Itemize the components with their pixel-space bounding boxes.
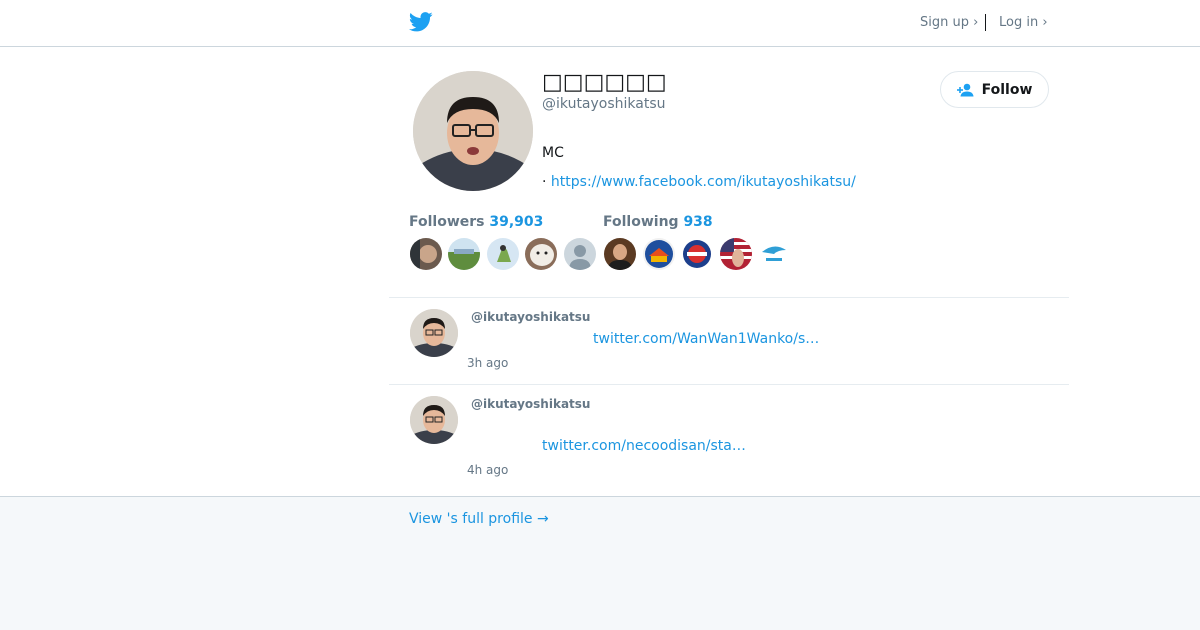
follow-button[interactable]: Follow: [940, 71, 1049, 108]
following-avatar[interactable]: [758, 238, 790, 270]
profile-display-name: □□□□□□: [542, 70, 667, 95]
following-avatar[interactable]: [720, 238, 752, 270]
divider: [389, 384, 1069, 385]
followers-stat[interactable]: Followers 39,903: [409, 214, 543, 230]
follow-button-label: Follow: [981, 81, 1033, 98]
followers-label: Followers: [409, 214, 485, 230]
following-stat[interactable]: Following 938: [603, 214, 713, 230]
header-separator: [985, 14, 986, 31]
profile-avatar-image: [413, 71, 533, 191]
tweet-handle[interactable]: @ikutayoshikatsu: [471, 397, 590, 411]
follower-avatar[interactable]: [487, 238, 519, 270]
twitter-bird-icon[interactable]: [409, 11, 433, 33]
profile-card: [0, 47, 1200, 496]
tweet-handle[interactable]: @ikutayoshikatsu: [471, 310, 590, 324]
login-link[interactable]: Log in ›: [999, 15, 1048, 30]
following-label: Following: [603, 214, 679, 230]
tweet-avatar[interactable]: [410, 396, 458, 444]
follower-avatar[interactable]: [410, 238, 442, 270]
followers-count: 39,903: [489, 214, 544, 230]
footer: View 's full profile →: [0, 496, 1200, 630]
tweet-avatar[interactable]: [410, 309, 458, 357]
profile-handle: @ikutayoshikatsu: [542, 96, 666, 112]
follower-avatar-default[interactable]: [564, 238, 596, 270]
url-bullet: ·: [542, 174, 551, 190]
follower-avatar[interactable]: [525, 238, 557, 270]
following-count: 938: [683, 214, 713, 230]
following-avatar[interactable]: [681, 238, 713, 270]
signup-link[interactable]: Sign up ›: [920, 15, 978, 30]
tweet-link[interactable]: twitter.com/WanWan1Wanko/s…: [593, 331, 819, 347]
divider: [389, 297, 1069, 298]
follower-avatar[interactable]: [448, 238, 480, 270]
tweet-timestamp[interactable]: 3h ago: [467, 356, 508, 370]
add-user-icon: [956, 83, 974, 96]
tweet-timestamp[interactable]: 4h ago: [467, 463, 508, 477]
profile-avatar[interactable]: [413, 71, 533, 191]
profile-bio: MC: [542, 145, 564, 161]
top-bar: Sign up › Log in ›: [0, 0, 1200, 47]
tweet-link[interactable]: twitter.com/necoodisan/sta…: [542, 438, 746, 454]
following-avatar[interactable]: [643, 238, 675, 270]
view-full-profile-link[interactable]: View 's full profile →: [409, 509, 569, 529]
profile-url-link[interactable]: https://www.facebook.com/ikutayoshikatsu…: [551, 174, 856, 190]
profile-url-row: · https://www.facebook.com/ikutayoshikat…: [542, 174, 856, 190]
following-avatar[interactable]: [604, 238, 636, 270]
